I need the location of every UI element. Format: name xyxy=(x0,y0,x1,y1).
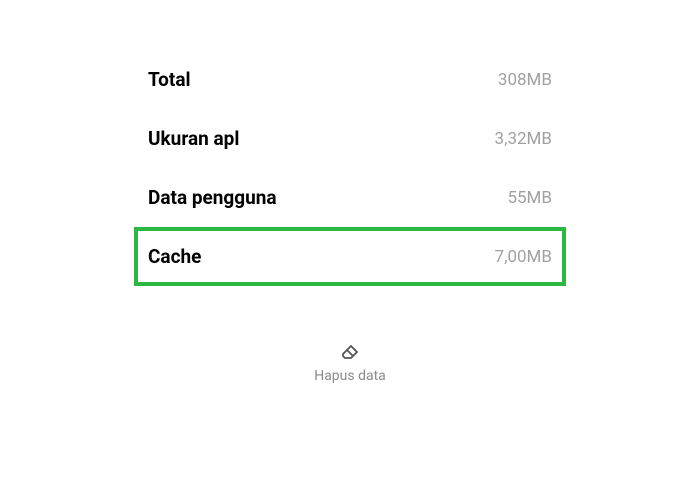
total-row: Total 308MB xyxy=(138,50,562,109)
total-value: 308MB xyxy=(498,70,552,90)
clear-data-button[interactable]: Hapus data xyxy=(138,336,562,384)
eraser-icon xyxy=(337,336,363,362)
cache-value: 7,00MB xyxy=(495,247,552,267)
user-data-value: 55MB xyxy=(507,188,552,208)
clear-data-label: Hapus data xyxy=(314,368,386,384)
user-data-row: Data pengguna 55MB xyxy=(138,168,562,227)
user-data-label: Data pengguna xyxy=(148,186,277,209)
cache-label: Cache xyxy=(148,245,201,268)
app-size-label: Ukuran apl xyxy=(148,127,239,150)
app-size-row: Ukuran apl 3,32MB xyxy=(138,109,562,168)
app-size-value: 3,32MB xyxy=(495,129,552,149)
cache-row[interactable]: Cache 7,00MB xyxy=(134,227,566,286)
storage-info-list: Total 308MB Ukuran apl 3,32MB Data pengg… xyxy=(0,0,700,384)
total-label: Total xyxy=(148,68,191,91)
